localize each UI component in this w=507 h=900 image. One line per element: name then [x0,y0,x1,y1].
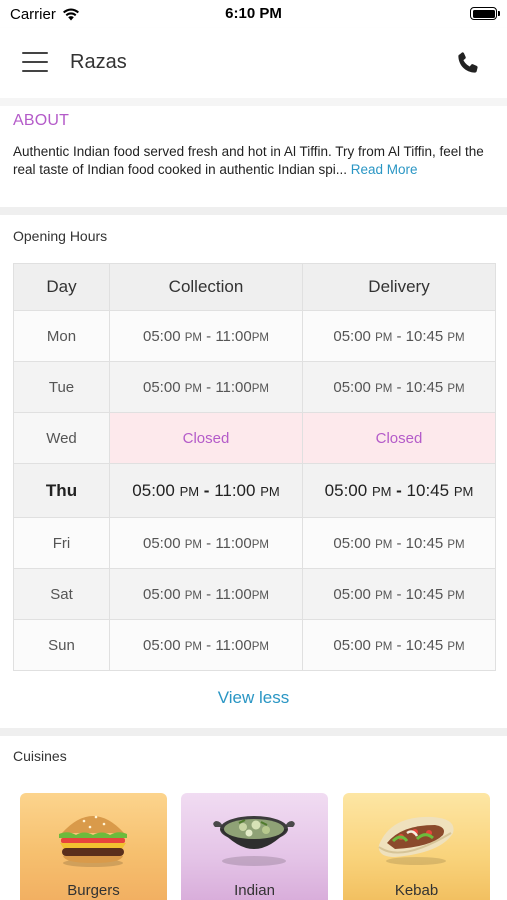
status-bar: Carrier 6:10 PM [0,0,507,28]
day-cell: Wed [13,412,110,464]
table-row-thu-today: Thu 05:00 PM - 11:00 PM 05:00 PM - 10:45… [13,463,496,518]
cuisine-label: Kebab [394,882,439,899]
battery-icon [470,7,500,20]
day-cell: Tue [13,361,110,413]
table-row-fri: Fri 05:00 PM - 11:00PM 05:00 PM - 10:45 … [13,517,496,569]
table-row-wed: Wed Closed Closed [13,412,496,464]
about-description: Authentic Indian food served fresh and h… [13,143,494,179]
table-header-row: Day Collection Delivery [13,263,496,311]
collection-hours-cell: 05:00 PM - 11:00PM [109,361,303,413]
cuisine-card-kebab[interactable]: Kebab [343,793,490,900]
delivery-hours-cell: 05:00 PM - 10:45 PM [302,619,496,671]
view-less-button[interactable]: View less [0,688,507,708]
day-cell: Fri [13,517,110,569]
burger-icon [59,815,127,867]
delivery-hours-cell: 05:00 PM - 10:45 PM [302,310,496,362]
header-day: Day [13,263,110,311]
table-row-tue: Tue 05:00 PM - 11:00PM 05:00 PM - 10:45 … [13,361,496,413]
delivery-hours-cell: 05:00 PM - 10:45 PM [302,517,496,569]
phone-icon[interactable] [455,50,481,76]
kebab-wrap-icon [378,816,454,865]
header-collection: Collection [109,263,303,311]
about-section: ABOUT Authentic Indian food served fresh… [0,112,507,179]
delivery-closed-cell: Closed [302,412,496,464]
delivery-hours-cell: 05:00 PM - 10:45 PM [302,463,496,518]
curry-bowl-icon [213,816,295,866]
day-cell: Mon [13,310,110,362]
table-row-mon: Mon 05:00 PM - 11:00PM 05:00 PM - 10:45 … [13,310,496,362]
collection-hours-cell: 05:00 PM - 11:00PM [109,517,303,569]
opening-hours-title: Opening Hours [13,228,108,244]
delivery-hours-cell: 05:00 PM - 10:45 PM [302,568,496,620]
collection-hours-cell: 05:00 PM - 11:00PM [109,310,303,362]
hamburger-menu-icon[interactable] [22,52,48,72]
day-cell: Sat [13,568,110,620]
collection-hours-cell: 05:00 PM - 11:00 PM [109,463,303,518]
collection-hours-cell: 05:00 PM - 11:00PM [109,568,303,620]
cuisine-card-indian[interactable]: Indian [181,793,328,900]
about-heading: ABOUT [13,112,70,129]
header-delivery: Delivery [302,263,496,311]
restaurant-title: Razas [70,51,127,73]
cuisines-title: Cuisines [13,748,67,764]
delivery-hours-cell: 05:00 PM - 10:45 PM [302,361,496,413]
table-row-sun: Sun 05:00 PM - 11:00PM 05:00 PM - 10:45 … [13,619,496,671]
header-divider [0,98,507,106]
app-header: Razas [0,28,507,98]
table-row-sat: Sat 05:00 PM - 11:00PM 05:00 PM - 10:45 … [13,568,496,620]
read-more-link[interactable]: Read More [351,162,418,177]
day-cell: Sun [13,619,110,671]
clock: 6:10 PM [225,5,282,22]
day-cell: Thu [13,463,110,518]
cuisine-card-burgers[interactable]: Burgers [20,793,167,900]
collection-closed-cell: Closed [109,412,303,464]
collection-hours-cell: 05:00 PM - 11:00PM [109,619,303,671]
cuisine-label: Indian [234,882,275,899]
section-divider-2 [0,728,507,736]
section-divider [0,207,507,215]
opening-hours-table: Day Collection Delivery Mon 05:00 PM - 1… [13,263,496,671]
cuisine-label: Burgers [67,882,120,899]
